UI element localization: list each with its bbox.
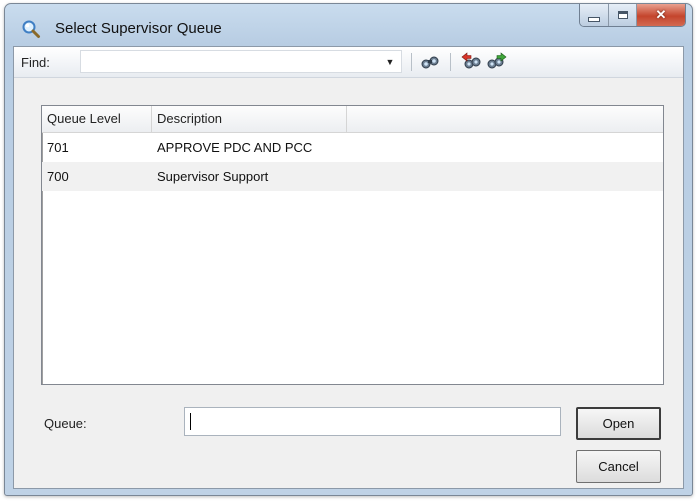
- find-next-icon: [487, 52, 507, 69]
- column-header-description[interactable]: Description: [152, 106, 347, 132]
- maximize-button[interactable]: [609, 4, 637, 26]
- queue-label: Queue:: [44, 416, 87, 431]
- dialog-window: Select Supervisor Queue ✕ Find: ▼ Queue …: [4, 3, 693, 496]
- chevron-down-icon[interactable]: ▼: [381, 51, 399, 72]
- toolbar-separator: [450, 53, 451, 71]
- dialog-client-area: Find: ▼ Queue Level Description 701 APPR…: [13, 46, 684, 489]
- open-button[interactable]: Open: [576, 407, 661, 440]
- window-controls: ✕: [579, 4, 686, 27]
- find-next-button[interactable]: [486, 52, 508, 72]
- list-header: Queue Level Description: [42, 106, 663, 133]
- queue-input[interactable]: [184, 407, 561, 436]
- minimize-button[interactable]: [580, 4, 609, 26]
- column-header-queue-level[interactable]: Queue Level: [42, 106, 152, 132]
- close-icon: ✕: [655, 7, 667, 22]
- close-button[interactable]: ✕: [637, 4, 685, 26]
- magnifier-icon: [21, 19, 41, 39]
- queue-level-cell: 700: [47, 169, 69, 184]
- title-bar[interactable]: Select Supervisor Queue ✕: [5, 4, 692, 48]
- find-previous-icon: [461, 52, 481, 69]
- description-cell: Supervisor Support: [157, 169, 269, 184]
- find-previous-button[interactable]: [460, 52, 482, 72]
- cancel-button[interactable]: Cancel: [576, 450, 661, 483]
- find-combobox[interactable]: ▼: [80, 50, 402, 73]
- text-caret: [190, 413, 191, 430]
- find-label: Find:: [21, 55, 50, 70]
- find-button[interactable]: [419, 52, 441, 72]
- list-row[interactable]: 701 APPROVE PDC AND PCC: [42, 133, 663, 162]
- toolbar-separator: [411, 53, 412, 71]
- list-rows: 701 APPROVE PDC AND PCC 700 Supervisor S…: [42, 133, 663, 191]
- window-title: Select Supervisor Queue: [55, 20, 222, 37]
- binoculars-icon: [421, 56, 439, 69]
- minimize-icon: [588, 16, 600, 22]
- list-row[interactable]: 700 Supervisor Support: [42, 162, 663, 191]
- queue-list[interactable]: Queue Level Description 701 APPROVE PDC …: [41, 105, 664, 385]
- find-input[interactable]: [81, 51, 389, 72]
- maximize-icon: [617, 11, 628, 19]
- queue-level-cell: 701: [47, 140, 69, 155]
- find-toolbar: Find: ▼: [14, 47, 683, 78]
- description-cell: APPROVE PDC AND PCC: [157, 140, 313, 155]
